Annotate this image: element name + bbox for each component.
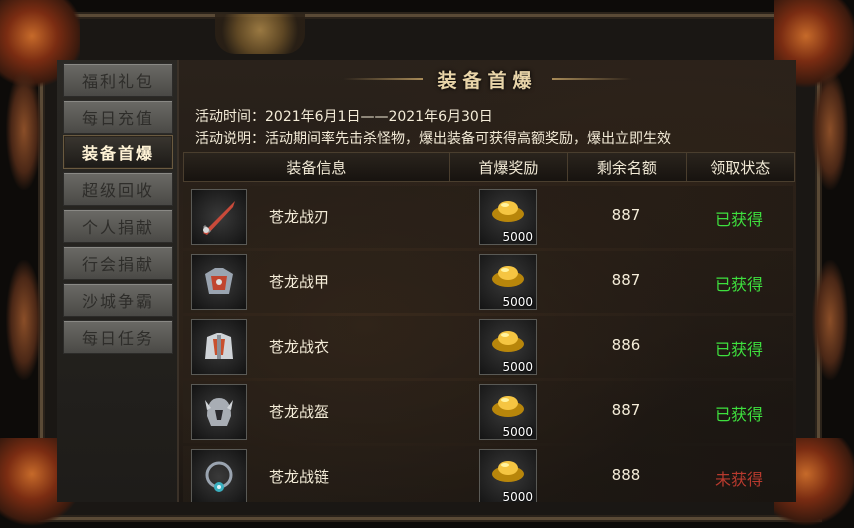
sword-icon[interactable] bbox=[191, 189, 247, 245]
remaining-count: 888 bbox=[611, 466, 641, 484]
reward-amount: 5000 bbox=[502, 490, 533, 502]
header-equipment-info: 装备信息 bbox=[184, 153, 450, 181]
gold-ingot-icon[interactable]: 5000 bbox=[479, 254, 537, 310]
side-ornament bbox=[812, 260, 848, 380]
claim-status: 未获得 bbox=[714, 470, 763, 489]
remaining-count: 887 bbox=[611, 206, 641, 224]
header-first-drop-reward: 首爆奖励 bbox=[449, 153, 569, 181]
main-panel: 装备首爆 活动时间：2021年6月1日——2021年6月30日 活动说明：活动期… bbox=[179, 60, 796, 502]
helmet-icon[interactable] bbox=[191, 384, 247, 440]
tab-guild-donation[interactable]: 行会捐献 bbox=[63, 246, 173, 280]
table-header: 装备信息 首爆奖励 剩余名额 领取状态 bbox=[183, 152, 795, 182]
claim-status: 已获得 bbox=[714, 275, 763, 294]
tab-welfare-gift[interactable]: 福利礼包 bbox=[63, 63, 173, 97]
claim-status: 已获得 bbox=[714, 210, 763, 229]
side-ornament bbox=[6, 70, 42, 190]
item-name: 苍龙战刃 bbox=[269, 208, 330, 226]
tab-super-recycle[interactable]: 超级回收 bbox=[63, 172, 173, 206]
reward-amount: 5000 bbox=[502, 295, 533, 309]
header-remaining-slots: 剩余名额 bbox=[568, 153, 687, 181]
tab-daily-recharge[interactable]: 每日充值 bbox=[63, 100, 173, 134]
table-row: 苍龙战刃 5000 887 已获得 bbox=[183, 186, 793, 248]
activity-description: 活动说明：活动期间率先击杀怪物，爆出装备可获得高额奖励，爆出立即生效 bbox=[195, 131, 671, 147]
gold-ingot-icon[interactable]: 5000 bbox=[479, 449, 537, 502]
panel-title: 装备首爆 bbox=[437, 69, 538, 92]
reward-amount: 5000 bbox=[502, 230, 533, 244]
item-name: 苍龙战衣 bbox=[269, 338, 330, 356]
item-name: 苍龙战链 bbox=[269, 468, 330, 486]
tab-label: 福利礼包 bbox=[81, 72, 154, 91]
table-row: 苍龙战衣 5000 886 已获得 bbox=[183, 316, 793, 378]
robe-icon[interactable] bbox=[191, 319, 247, 375]
side-ornament bbox=[6, 260, 42, 380]
gold-ingot-icon[interactable]: 5000 bbox=[479, 319, 537, 375]
claim-status: 已获得 bbox=[714, 405, 763, 424]
table-row: 苍龙战盔 5000 887 已获得 bbox=[183, 381, 793, 443]
tab-label: 每日充值 bbox=[81, 109, 154, 128]
gold-ingot-icon[interactable]: 5000 bbox=[479, 384, 537, 440]
armor-icon[interactable] bbox=[191, 254, 247, 310]
necklace-icon[interactable] bbox=[191, 449, 247, 502]
tab-castle-war[interactable]: 沙城争霸 bbox=[63, 283, 173, 317]
title-bar: 装备首爆 bbox=[179, 60, 796, 98]
activity-time: 活动时间：2021年6月1日——2021年6月30日 bbox=[195, 109, 493, 125]
header-claim-status: 领取状态 bbox=[686, 153, 794, 181]
table-row: 苍龙战链 5000 888 未获得 bbox=[183, 446, 793, 502]
remaining-count: 887 bbox=[611, 401, 641, 419]
top-ornament bbox=[215, 14, 305, 54]
item-name: 苍龙战盔 bbox=[269, 403, 330, 421]
remaining-count: 887 bbox=[611, 271, 641, 289]
claim-status: 已获得 bbox=[714, 340, 763, 359]
side-ornament bbox=[812, 70, 848, 190]
tab-label: 装备首爆 bbox=[81, 144, 154, 163]
sidebar: 福利礼包 每日充值 装备首爆 超级回收 个人捐献 行会捐献 沙城争霸 每日任务 bbox=[57, 60, 179, 502]
reward-amount: 5000 bbox=[502, 425, 533, 439]
title-decoration bbox=[551, 78, 632, 80]
tab-label: 每日任务 bbox=[81, 329, 154, 348]
gold-ingot-icon[interactable]: 5000 bbox=[479, 189, 537, 245]
tab-label: 沙城争霸 bbox=[81, 292, 154, 311]
title-decoration bbox=[343, 78, 424, 80]
item-name: 苍龙战甲 bbox=[269, 273, 330, 291]
tab-label: 行会捐献 bbox=[81, 255, 154, 274]
table-row: 苍龙战甲 5000 887 已获得 bbox=[183, 251, 793, 313]
remaining-count: 886 bbox=[611, 336, 641, 354]
reward-amount: 5000 bbox=[502, 360, 533, 374]
tab-daily-tasks[interactable]: 每日任务 bbox=[63, 320, 173, 354]
tab-label: 个人捐献 bbox=[81, 218, 154, 237]
tab-label: 超级回收 bbox=[81, 181, 154, 200]
tab-personal-donation[interactable]: 个人捐献 bbox=[63, 209, 173, 243]
tab-equipment-first-drop[interactable]: 装备首爆 bbox=[63, 135, 173, 169]
